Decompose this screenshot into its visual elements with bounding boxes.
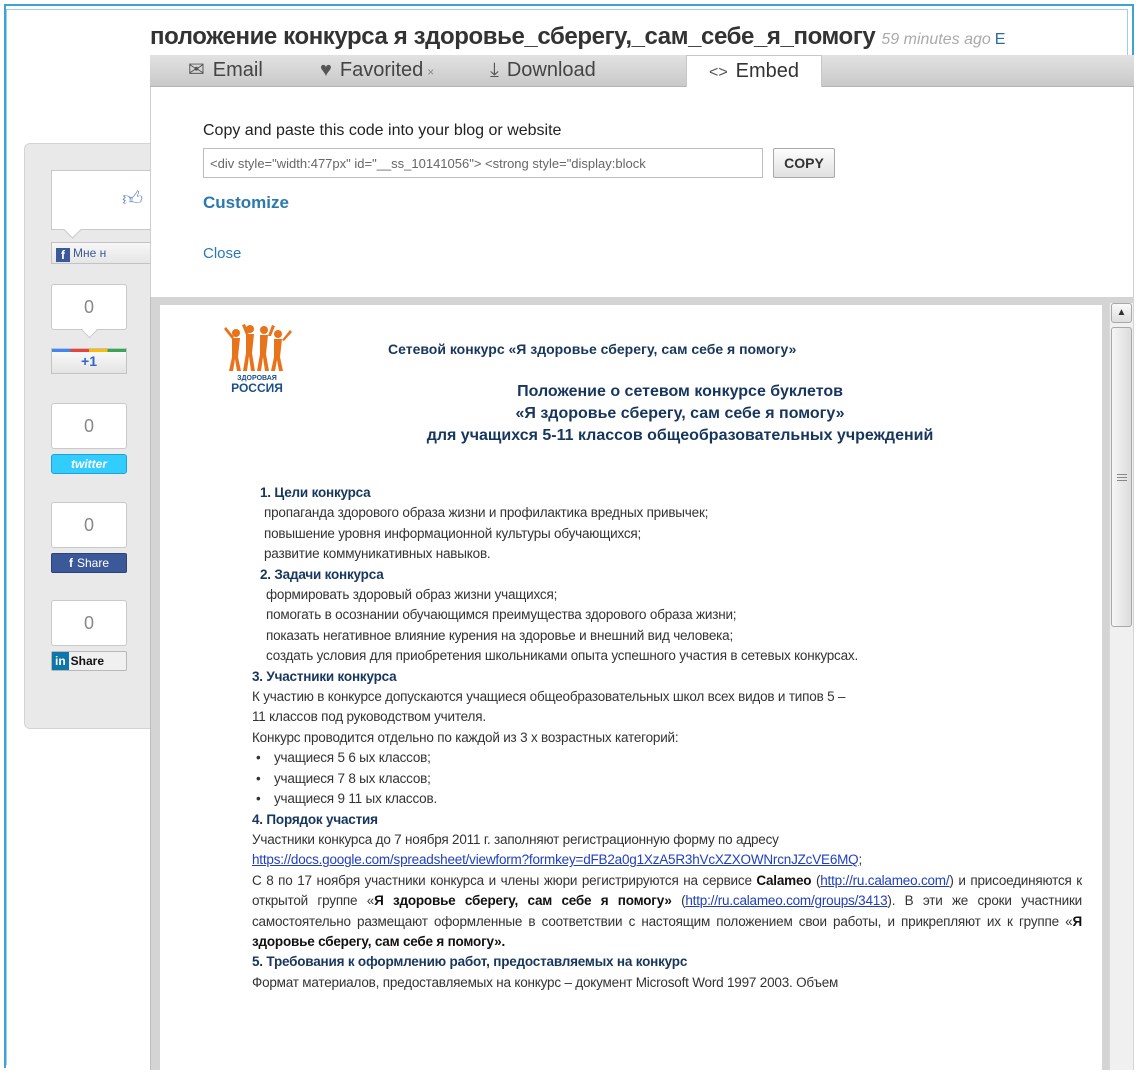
tab-favorited[interactable]: ♥︎ Favorited × <box>320 55 434 86</box>
section-heading: 3. Участники конкурса <box>252 668 397 684</box>
calameo-group-link[interactable]: http://ru.calameo.com/groups/3413 <box>685 893 887 908</box>
timestamp: 59 minutes ago <box>881 31 991 48</box>
linkedin-icon: in <box>52 652 69 670</box>
paragraph-text: С 8 по 17 ноября участники конкурса и чл… <box>252 872 752 888</box>
linkedin-count: 0 <box>51 600 127 646</box>
zdorovaya-rossiya-logo: ЗДОРОВАЯ РОССИЯ <box>222 323 292 403</box>
action-tab-bar: ✉︎ Email ♥︎ Favorited × ⤓︎ Download <> Embed <box>150 55 1134 87</box>
twitter-count: 0 <box>51 403 127 449</box>
facebook-icon: f <box>56 248 70 262</box>
twitter-button[interactable]: twitter <box>51 454 127 474</box>
linkedin-count-value: 0 <box>83 613 94 633</box>
gplus-label: +1 <box>81 353 97 369</box>
bullet-item: учащиеся 7 8 ых классов; <box>252 769 1082 789</box>
scrollbar-thumb[interactable] <box>1111 327 1132 627</box>
bullet-item: учащиеся 9 11 ых классов. <box>252 789 1082 809</box>
facebook-icon: f <box>68 556 73 570</box>
section-heading: 1. Цели конкурса <box>260 485 371 500</box>
twitter-label: twitter <box>71 457 107 471</box>
list-item: помогать в осознании обучающимся преимущ… <box>266 607 737 623</box>
list-item: создать условия для приобретения школьни… <box>266 648 859 664</box>
twitter-count-value: 0 <box>83 416 94 436</box>
document-header: Сетевой конкурс «Я здоровье сберегу, сам… <box>388 341 797 357</box>
section-heading: 4. Порядок участия <box>252 811 378 827</box>
tab-favorited-label: Favorited <box>339 59 424 81</box>
close-link[interactable]: Close <box>203 245 241 262</box>
list-item: формировать здоровый образ жизни учащихс… <box>266 587 558 603</box>
facebook-like-label: Мне н <box>73 246 107 260</box>
paragraph: С 8 по 17 ноября участники конкурса и чл… <box>252 872 1082 949</box>
calameo-name: Calameo <box>756 872 812 888</box>
customize-link[interactable]: Customize <box>203 193 289 213</box>
heart-icon: ♥︎ <box>320 59 332 81</box>
social-share-bar: 👍︎ f Мне н 0 +1 0 twitter 0 f Share 0 in Sh… <box>24 143 151 729</box>
linkedin-share-label: Share <box>70 654 105 668</box>
embed-code-field[interactable] <box>203 148 763 178</box>
document-title: положение конкурса я здоровье_сберегу,_с… <box>150 23 876 50</box>
facebook-share-count-value: 0 <box>83 515 94 535</box>
list-item: показать негативное влияние курения на з… <box>266 627 734 643</box>
scroll-up-icon[interactable]: ▲ <box>1111 303 1132 323</box>
envelope-icon: ✉︎ <box>188 59 205 81</box>
vertical-scrollbar[interactable]: ▲ <box>1109 303 1133 1070</box>
document-title-line: Положение о сетевом конкурсе буклетов <box>517 383 843 400</box>
group-name: Я здоровье сберегу, сам себе я помогу» <box>374 893 672 909</box>
document-body: 1. Цели конкурса пропаганда здорового об… <box>252 483 1082 993</box>
document-title-block: Положение о сетевом конкурсе буклетов «Я… <box>310 381 1050 447</box>
gplus-count-value: 0 <box>83 297 94 317</box>
facebook-like-button[interactable]: f Мне н <box>51 242 151 264</box>
like-counter-box: 👍︎ <box>51 170 151 239</box>
list-item: развитие коммуникативных навыков. <box>264 546 491 562</box>
list-item: пропаганда здорового образа жизни и проф… <box>264 505 709 521</box>
download-icon: ⤓︎ <box>490 59 499 81</box>
paragraph-line: 11 классов под руководством учителя. <box>252 709 486 725</box>
document-page: ЗДОРОВАЯ РОССИЯ Сетевой конкурс «Я здоро… <box>160 305 1102 1075</box>
paragraph-line: Конкурс проводится отдельно по каждой из… <box>252 729 679 745</box>
embed-panel: Copy and paste this code into your blog … <box>150 87 1134 297</box>
code-icon: <> <box>708 64 728 81</box>
calameo-link[interactable]: http://ru.calameo.com/ <box>820 873 949 888</box>
bullet-item: учащиеся 5 6 ых классов; <box>252 748 1082 768</box>
paragraph-line: К участию в конкурсе допускаются учащиес… <box>252 689 846 705</box>
facebook-share-count: 0 <box>51 502 127 548</box>
list-item: повышение уровня информационной культуры… <box>264 525 642 541</box>
gplus-count: 0 <box>51 284 127 339</box>
embed-instructions: Copy and paste this code into your blog … <box>203 122 562 139</box>
document-title-line: для учащихся 5-11 классов общеобразовате… <box>426 427 934 444</box>
document-viewer: ЗДОРОВАЯ РОССИЯ Сетевой конкурс «Я здоро… <box>150 297 1134 1075</box>
tab-download-label: Download <box>506 59 596 81</box>
tab-email-label: Email <box>212 59 263 81</box>
facebook-share-button[interactable]: f Share <box>51 553 127 573</box>
people-figures-icon <box>224 324 292 371</box>
linkedin-share-button[interactable]: in Share <box>51 651 127 671</box>
tab-embed-label: Embed <box>735 60 800 82</box>
tab-download[interactable]: ⤓︎ Download <box>490 55 596 86</box>
section-heading: 5. Требования к оформлению работ, предос… <box>252 954 688 970</box>
tab-email[interactable]: ✉︎ Email <box>188 55 263 86</box>
paragraph-line: Формат материалов, предоставляемых на ко… <box>252 974 839 990</box>
registration-form-link[interactable]: https://docs.google.com/spreadsheet/view… <box>252 852 859 867</box>
facebook-share-label: Share <box>76 556 110 570</box>
logo-text-big: РОССИЯ <box>231 381 283 395</box>
unfavorite-icon[interactable]: × <box>427 65 434 79</box>
page-title: положение конкурса я здоровье_сберегу,_с… <box>150 23 1005 51</box>
document-title-line: «Я здоровье сберегу, сам себе я помогу» <box>515 405 845 422</box>
section-heading: 2. Задачи конкурса <box>260 566 384 582</box>
truncated-link[interactable]: E <box>995 31 1006 48</box>
copy-button[interactable]: COPY <box>773 148 835 178</box>
thumbs-up-icon[interactable]: 👍︎ <box>122 187 143 211</box>
paragraph-line: Участники конкурса до 7 ноября 2011 г. з… <box>252 831 779 847</box>
gplus-button[interactable]: +1 <box>51 348 127 374</box>
tab-embed[interactable]: <> Embed <box>686 55 822 87</box>
